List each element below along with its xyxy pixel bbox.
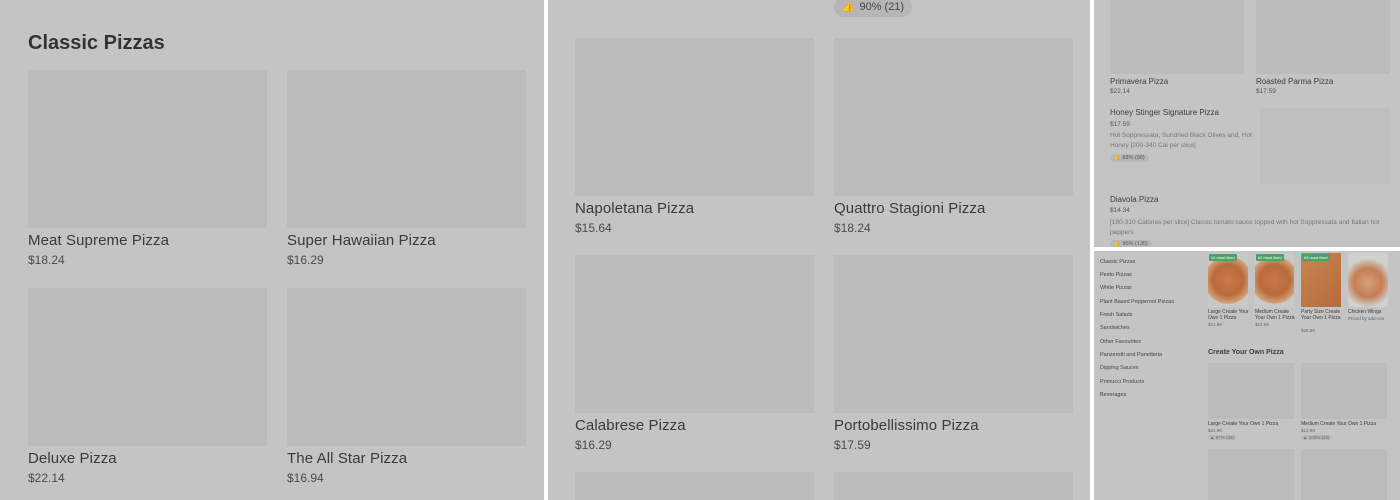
- item-price: $12.99: [1301, 428, 1315, 433]
- sidebar-item-other-favourites[interactable]: Other Favourites: [1100, 339, 1141, 345]
- section-title: Create Your Own Pizza: [1208, 349, 1284, 356]
- sidebar-item-panzerotti[interactable]: Panzerotti and Panetteria: [1100, 352, 1162, 358]
- meat-supreme-image[interactable]: [28, 70, 267, 228]
- rating-badge: ▲ 87% (38): [1208, 435, 1236, 440]
- most-liked-badge: #2 most liked: [1256, 254, 1284, 261]
- pizzas-panel-2: Napoletana Pizza $15.64 Quattro Stagioni…: [548, 0, 1090, 500]
- classic-pizzas-panel: Classic Pizzas Meat Supreme Pizza $18.24…: [0, 0, 544, 500]
- rating-badge: 👍 96% (130): [1110, 240, 1152, 247]
- super-hawaiian-image[interactable]: [287, 70, 526, 228]
- item-price: $18.24: [834, 221, 871, 235]
- rating-text: 87% (38): [1215, 435, 1234, 440]
- large-cyo-card-image[interactable]: [1208, 363, 1294, 419]
- item-price: $16.29: [575, 438, 612, 452]
- chicken-wings-image[interactable]: [1348, 253, 1388, 307]
- thumbs-up-icon: ▲: [1210, 435, 1215, 440]
- item-name[interactable]: Napoletana Pizza: [575, 200, 694, 217]
- section-title: Classic Pizzas: [28, 32, 165, 54]
- item-name[interactable]: Chicken Wings: [1348, 309, 1392, 315]
- portobellissimo-image[interactable]: [834, 255, 1073, 413]
- medium-cyo-card-image[interactable]: [1301, 363, 1387, 419]
- item-name[interactable]: Super Hawaiian Pizza: [287, 232, 436, 249]
- item-price: $17.59: [1110, 121, 1130, 128]
- honey-stinger-image[interactable]: [1260, 108, 1390, 184]
- medium-cyo-image[interactable]: [1255, 253, 1294, 307]
- item-name[interactable]: Portobellissimo Pizza: [834, 417, 979, 434]
- item-description: [180-310 Calories per slice] Classic tom…: [1110, 219, 1380, 236]
- item-price: $28.99: [1301, 328, 1315, 333]
- calabrese-image[interactable]: [575, 255, 814, 413]
- thumbs-up-icon: 👍: [1114, 241, 1121, 247]
- rating-text: 96% (130): [1122, 241, 1148, 247]
- sidebar-item-fresh-salads[interactable]: Fresh Salads: [1100, 312, 1132, 318]
- roasted-parma-image[interactable]: [1256, 0, 1390, 74]
- item-price: $18.24: [28, 253, 65, 267]
- quattro-stagioni-image[interactable]: [834, 38, 1073, 196]
- item-name[interactable]: Roasted Parma Pizza: [1256, 77, 1333, 86]
- sidebar-item-classic-pizzas[interactable]: Classic Pizzas: [1100, 259, 1135, 265]
- item-name[interactable]: Primavera Pizza: [1110, 77, 1168, 86]
- sidebar-item-primucci[interactable]: Primucci Products: [1100, 379, 1144, 385]
- party-size-cyo-image[interactable]: [1301, 253, 1341, 307]
- rating-text: 90% (21): [859, 1, 905, 13]
- all-star-image[interactable]: [287, 288, 526, 446]
- item-name[interactable]: Large Create Your Own 1 Pizza: [1208, 421, 1298, 427]
- deluxe-image[interactable]: [28, 288, 267, 446]
- large-cyo-image[interactable]: [1208, 253, 1248, 307]
- sidebar-item-pesto-pizzas[interactable]: Pesto Pizzas: [1100, 272, 1132, 278]
- item-price: $14.34: [1110, 207, 1130, 214]
- most-liked-badge: #3 most liked: [1302, 254, 1330, 261]
- rating-badge: ▲ 100% (22): [1301, 435, 1332, 440]
- item-price: $22.14: [1110, 88, 1130, 95]
- item-price: $16.29: [287, 253, 324, 267]
- sidebar-item-beverages[interactable]: Beverages: [1100, 392, 1126, 398]
- item-price: $21.99: [1208, 322, 1222, 327]
- thumbs-up-icon: 👍: [1114, 155, 1121, 161]
- rating-badge: 👍 88% (98): [1110, 154, 1149, 162]
- thumbs-up-icon: ▲: [1303, 435, 1308, 440]
- item-name[interactable]: Medium Create Your Own 1 Pizza: [1301, 421, 1396, 427]
- item-price: $17.59: [1256, 88, 1276, 95]
- item-name[interactable]: Party Size Create Your Own 1 Pizza: [1301, 309, 1343, 321]
- item-description: Hot Soppressata, Sundried Black Olives a…: [1110, 132, 1252, 149]
- item-name[interactable]: Medium Create Your Own 1 Pizza: [1255, 309, 1299, 321]
- rating-text: 100% (22): [1308, 435, 1330, 440]
- next-item-image[interactable]: [575, 472, 814, 500]
- item-name[interactable]: Quattro Stagioni Pizza: [834, 200, 985, 217]
- rating-text: 88% (98): [1122, 155, 1145, 161]
- item-name[interactable]: Calabrese Pizza: [575, 417, 686, 434]
- item-price: $15.64: [575, 221, 612, 235]
- next-item-image[interactable]: [834, 472, 1073, 500]
- next-card-image[interactable]: [1208, 449, 1294, 500]
- item-name[interactable]: Deluxe Pizza: [28, 450, 117, 467]
- item-price: $22.14: [28, 471, 65, 485]
- sidebar-item-plant-based[interactable]: Plant Based Pepperoni Pizzas: [1100, 299, 1174, 305]
- sidebar-item-white-pizzas[interactable]: White Pizzas: [1100, 285, 1132, 291]
- menu-overview-panel: Classic Pizzas Pesto Pizzas White Pizzas…: [1094, 251, 1400, 500]
- item-name[interactable]: The All Star Pizza: [287, 450, 407, 467]
- rating-badge: 👍 90% (21): [834, 0, 913, 17]
- item-name[interactable]: Meat Supreme Pizza: [28, 232, 169, 249]
- pizzas-panel-3: Primavera Pizza $22.14 Roasted Parma Piz…: [1094, 0, 1400, 247]
- primavera-image[interactable]: [1110, 0, 1244, 74]
- item-price: $12.99: [1255, 322, 1269, 327]
- napoletana-image[interactable]: [575, 38, 814, 196]
- thumbs-up-icon: 👍: [842, 1, 855, 13]
- item-price: Priced by add-ons: [1348, 316, 1385, 321]
- item-price: $21.99: [1208, 428, 1222, 433]
- item-price: $16.94: [287, 471, 324, 485]
- sidebar-item-sandwiches[interactable]: Sandwiches: [1100, 325, 1130, 331]
- next-card-image[interactable]: [1301, 449, 1387, 500]
- item-price: $17.59: [834, 438, 871, 452]
- most-liked-badge: #1 most liked: [1209, 254, 1237, 261]
- sidebar-item-dipping-sauces[interactable]: Dipping Sauces: [1100, 365, 1139, 371]
- item-name[interactable]: Large Create Your Own 1 Pizza: [1208, 309, 1252, 321]
- item-name[interactable]: Diavola Pizza: [1110, 195, 1158, 204]
- item-name[interactable]: Honey Stinger Signature Pizza: [1110, 108, 1219, 117]
